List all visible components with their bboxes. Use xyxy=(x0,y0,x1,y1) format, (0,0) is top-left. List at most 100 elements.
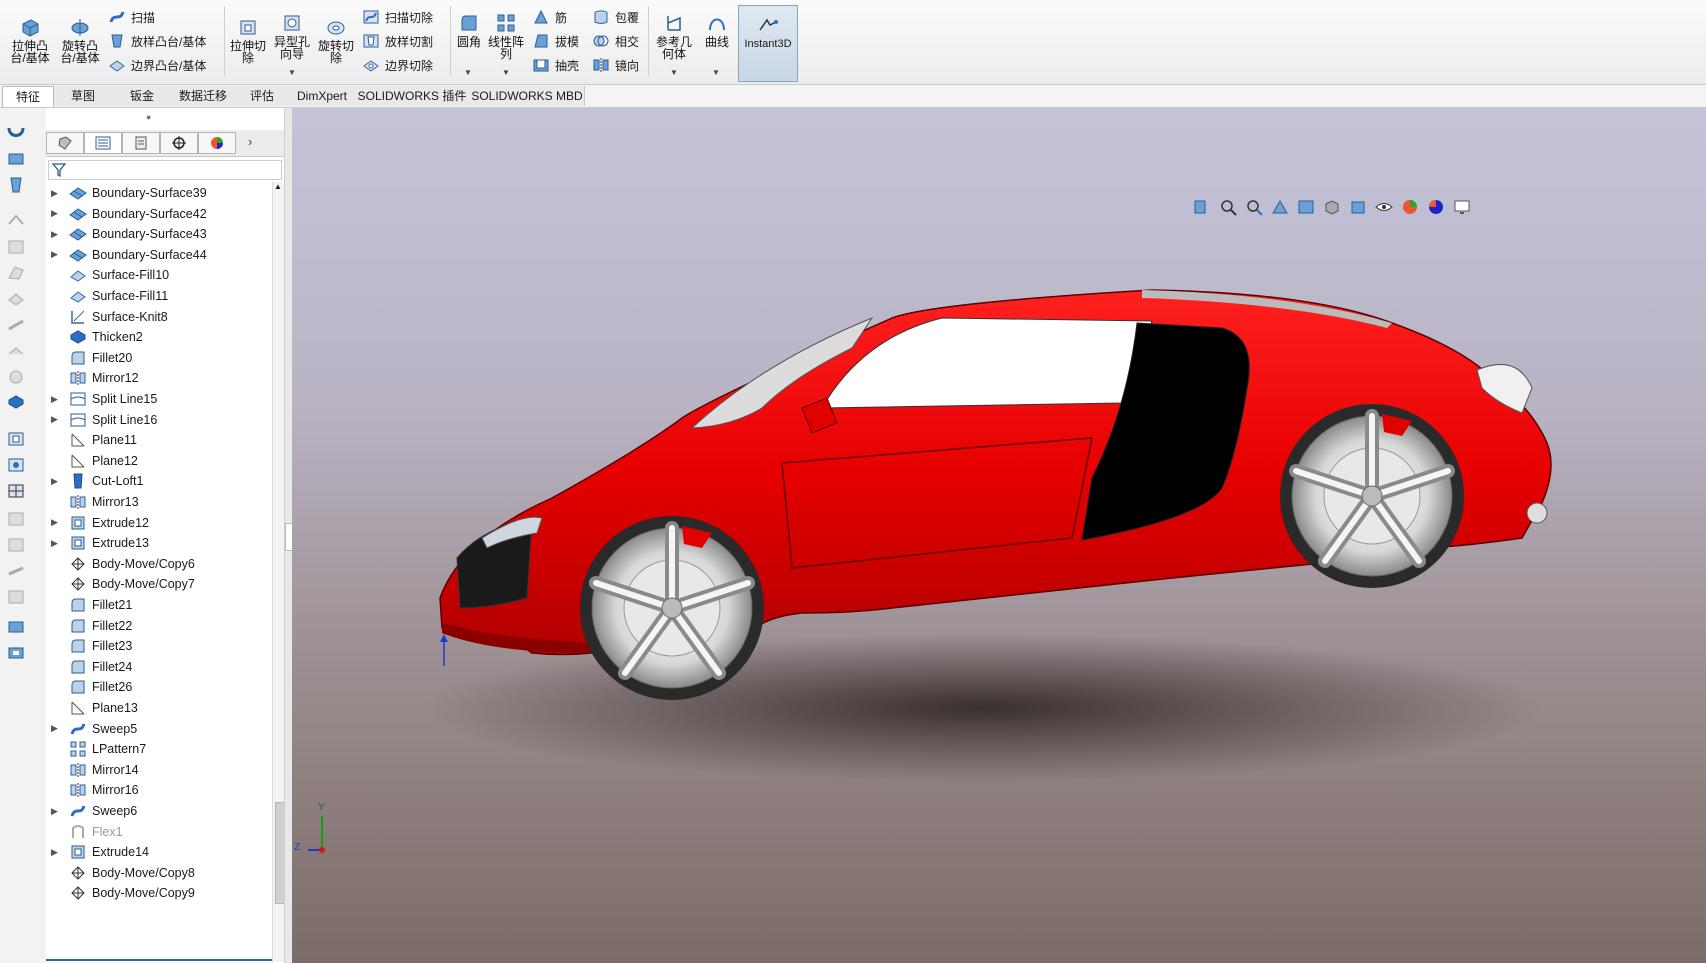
tree-item[interactable]: Surface-Knit8 xyxy=(46,306,270,328)
sweep-button[interactable]: 扫描 xyxy=(108,6,155,28)
ruled-surface-icon[interactable] xyxy=(6,264,26,282)
mirror-button[interactable]: 镜向 xyxy=(592,54,639,76)
tab-configuration-manager[interactable] xyxy=(122,132,160,154)
tree-item[interactable]: ▶ Cut-Loft1 xyxy=(46,470,270,492)
ref-geometry-button[interactable]: 参考几 何体 xyxy=(654,12,694,60)
instant3d-button[interactable]: Instant3D xyxy=(738,5,798,82)
cut-with-surface-icon[interactable] xyxy=(6,618,26,636)
tree-item[interactable]: ▶ Extrude14 xyxy=(46,841,270,863)
expand-arrow-icon[interactable]: ▶ xyxy=(51,847,61,858)
surface-loft-icon[interactable] xyxy=(6,176,26,194)
tree-item[interactable]: Surface-Fill11 xyxy=(46,285,270,307)
trim-surface-icon[interactable] xyxy=(6,342,26,360)
tree-item[interactable]: ▶ Sweep5 xyxy=(46,718,270,740)
tree-item[interactable]: Plane13 xyxy=(46,697,270,719)
expand-arrow-icon[interactable]: ▶ xyxy=(51,414,61,425)
tab-sheet-metal[interactable]: 钣金 xyxy=(112,86,173,106)
loft-button[interactable]: 放样凸台/基体 xyxy=(108,30,206,52)
tab-dimxpert-manager[interactable] xyxy=(160,132,198,154)
tree-item[interactable]: ▶ Extrude12 xyxy=(46,512,270,534)
offset-surface-icon[interactable] xyxy=(6,212,26,230)
view-settings-icon[interactable] xyxy=(1452,198,1472,216)
display-style-icon[interactable] xyxy=(1348,198,1368,216)
zoom-to-fit-icon[interactable] xyxy=(1192,198,1212,216)
revolve-boss-button[interactable]: 旋转凸 台/基体 xyxy=(58,16,102,64)
tree-item[interactable]: Fillet24 xyxy=(46,656,270,678)
tree-item[interactable]: Surface-Fill10 xyxy=(46,264,270,286)
hole-wizard-button[interactable]: 异型孔 向导 xyxy=(272,12,312,60)
tree-item[interactable]: Mirror16 xyxy=(46,779,270,801)
tree-item[interactable]: LPattern7 xyxy=(46,738,270,760)
tree-item[interactable]: ▶ Boundary-Surface43 xyxy=(46,223,270,245)
tree-item[interactable]: Plane12 xyxy=(46,450,270,472)
expand-arrow-icon[interactable]: ▶ xyxy=(51,394,61,405)
section-view-icon[interactable] xyxy=(1270,198,1290,216)
graphics-area[interactable]: Y Z xyxy=(292,108,1706,963)
tree-item[interactable]: ▶ Split Line15 xyxy=(46,388,270,410)
revolve-cut-button[interactable]: 旋转切 除 xyxy=(316,16,356,64)
tree-item[interactable]: ▶ Extrude13 xyxy=(46,532,270,554)
shell-button[interactable]: 抽壳 xyxy=(532,54,579,76)
hole-wizard-dropdown[interactable]: ▼ xyxy=(288,68,296,77)
fillet-dropdown[interactable]: ▼ xyxy=(464,68,472,77)
tree-item[interactable]: ▶ Boundary-Surface42 xyxy=(46,203,270,225)
expand-arrow-icon[interactable]: ▶ xyxy=(51,208,61,219)
tree-item[interactable]: Fillet26 xyxy=(46,676,270,698)
extrude-boss-button[interactable]: 拉伸凸 台/基体 xyxy=(8,16,52,64)
tree-item[interactable]: ▶ Sweep6 xyxy=(46,800,270,822)
tree-item[interactable]: Flex1 xyxy=(46,821,270,843)
linear-pattern-button[interactable]: 线性阵 列 xyxy=(486,12,526,60)
sweep-cut-button[interactable]: 扫描切除 xyxy=(362,6,433,28)
tab-solidworks-addins[interactable]: SOLIDWORKS 插件 xyxy=(354,86,471,106)
expand-arrow-icon[interactable]: ▶ xyxy=(51,476,61,487)
rib-button[interactable]: 筋 xyxy=(532,6,567,28)
ref-geometry-dropdown[interactable]: ▼ xyxy=(670,68,678,77)
tab-features[interactable]: 特征 xyxy=(2,86,54,107)
tree-item[interactable]: ▶ Split Line16 xyxy=(46,409,270,431)
fill-surface-icon[interactable] xyxy=(6,290,26,308)
extrude-cut-side-icon[interactable] xyxy=(6,430,26,448)
draft-button[interactable]: 拔模 xyxy=(532,30,579,52)
tree-item[interactable]: Fillet21 xyxy=(46,594,270,616)
knit-surface-icon[interactable] xyxy=(6,368,26,386)
tab-dimxpert[interactable]: DimXpert xyxy=(290,86,355,106)
planar-surface-icon[interactable] xyxy=(6,238,26,256)
expand-arrow-icon[interactable]: ▶ xyxy=(51,229,61,240)
tab-sketch[interactable]: 草图 xyxy=(54,86,113,106)
tab-evaluate[interactable]: 评估 xyxy=(234,86,291,106)
panel-collapse-handle[interactable]: ● xyxy=(146,112,151,122)
edit-appearance-icon[interactable] xyxy=(1400,198,1420,216)
tab-feature-tree[interactable] xyxy=(46,132,84,154)
surface-sweep-icon[interactable] xyxy=(6,124,26,142)
scroll-up-arrow[interactable]: ▲ xyxy=(274,182,282,191)
tree-item[interactable]: Body-Move/Copy7 xyxy=(46,573,270,595)
tree-item[interactable]: ▶ Boundary-Surface44 xyxy=(46,244,270,266)
move-face-icon[interactable] xyxy=(6,588,26,606)
extend-surface-icon[interactable] xyxy=(6,316,26,334)
expand-arrow-icon[interactable]: ▶ xyxy=(51,723,61,734)
boundary-cut-button[interactable]: 边界切除 xyxy=(362,54,433,76)
tab-data-migration[interactable]: 数据迁移 xyxy=(172,86,235,106)
tree-item[interactable]: ▶ Boundary-Surface39 xyxy=(46,182,270,204)
dynamic-annotation-icon[interactable] xyxy=(1296,198,1316,216)
curves-dropdown[interactable]: ▼ xyxy=(712,68,720,77)
thicken-icon[interactable] xyxy=(6,394,26,412)
tree-item[interactable]: Fillet20 xyxy=(46,347,270,369)
tab-property-manager[interactable] xyxy=(84,132,122,154)
expand-arrow-icon[interactable]: ▶ xyxy=(51,806,61,817)
tree-item[interactable]: Mirror13 xyxy=(46,491,270,513)
tab-solidworks-mbd[interactable]: SOLIDWORKS MBD xyxy=(470,86,585,106)
tab-display-manager[interactable] xyxy=(198,132,236,154)
intersect-button[interactable]: 相交 xyxy=(592,30,639,52)
expand-arrow-icon[interactable]: ▶ xyxy=(51,538,61,549)
linear-pattern-dropdown[interactable]: ▼ xyxy=(502,68,510,77)
tree-item[interactable]: Body-Move/Copy8 xyxy=(46,862,270,884)
view-orientation-icon[interactable] xyxy=(1322,198,1342,216)
tree-item[interactable]: Body-Move/Copy9 xyxy=(46,882,270,904)
tree-filter-bar[interactable] xyxy=(48,160,282,180)
extrude-cut-button[interactable]: 拉伸切 除 xyxy=(228,16,268,64)
zoom-to-area-icon[interactable] xyxy=(1218,198,1238,216)
tree-item[interactable]: Body-Move/Copy6 xyxy=(46,553,270,575)
surface-flatten-icon[interactable] xyxy=(6,536,26,554)
tree-item[interactable]: Fillet23 xyxy=(46,635,270,657)
